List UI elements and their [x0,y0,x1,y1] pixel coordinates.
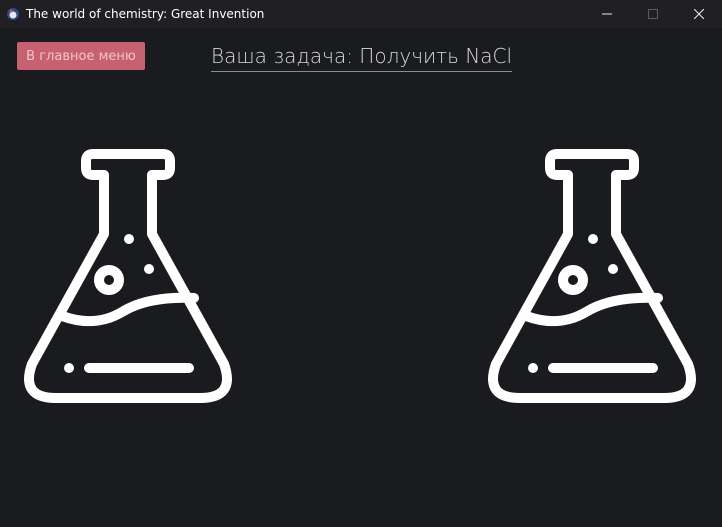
flask-icon[interactable] [20,146,236,410]
main-content: В главное меню Ваша задача: Получить NaC… [0,28,722,527]
task-title: Ваша задача: Получить NaCl [211,41,512,72]
main-menu-button[interactable]: В главное меню [17,42,145,70]
app-icon [6,7,20,21]
maximize-button[interactable] [630,0,676,28]
window-title: The world of chemistry: Great Invention [26,7,265,21]
flask-icon[interactable] [484,146,700,410]
minimize-button[interactable] [584,0,630,28]
window-controls [584,0,722,28]
title-bar: The world of chemistry: Great Invention [0,0,722,28]
close-button[interactable] [676,0,722,28]
